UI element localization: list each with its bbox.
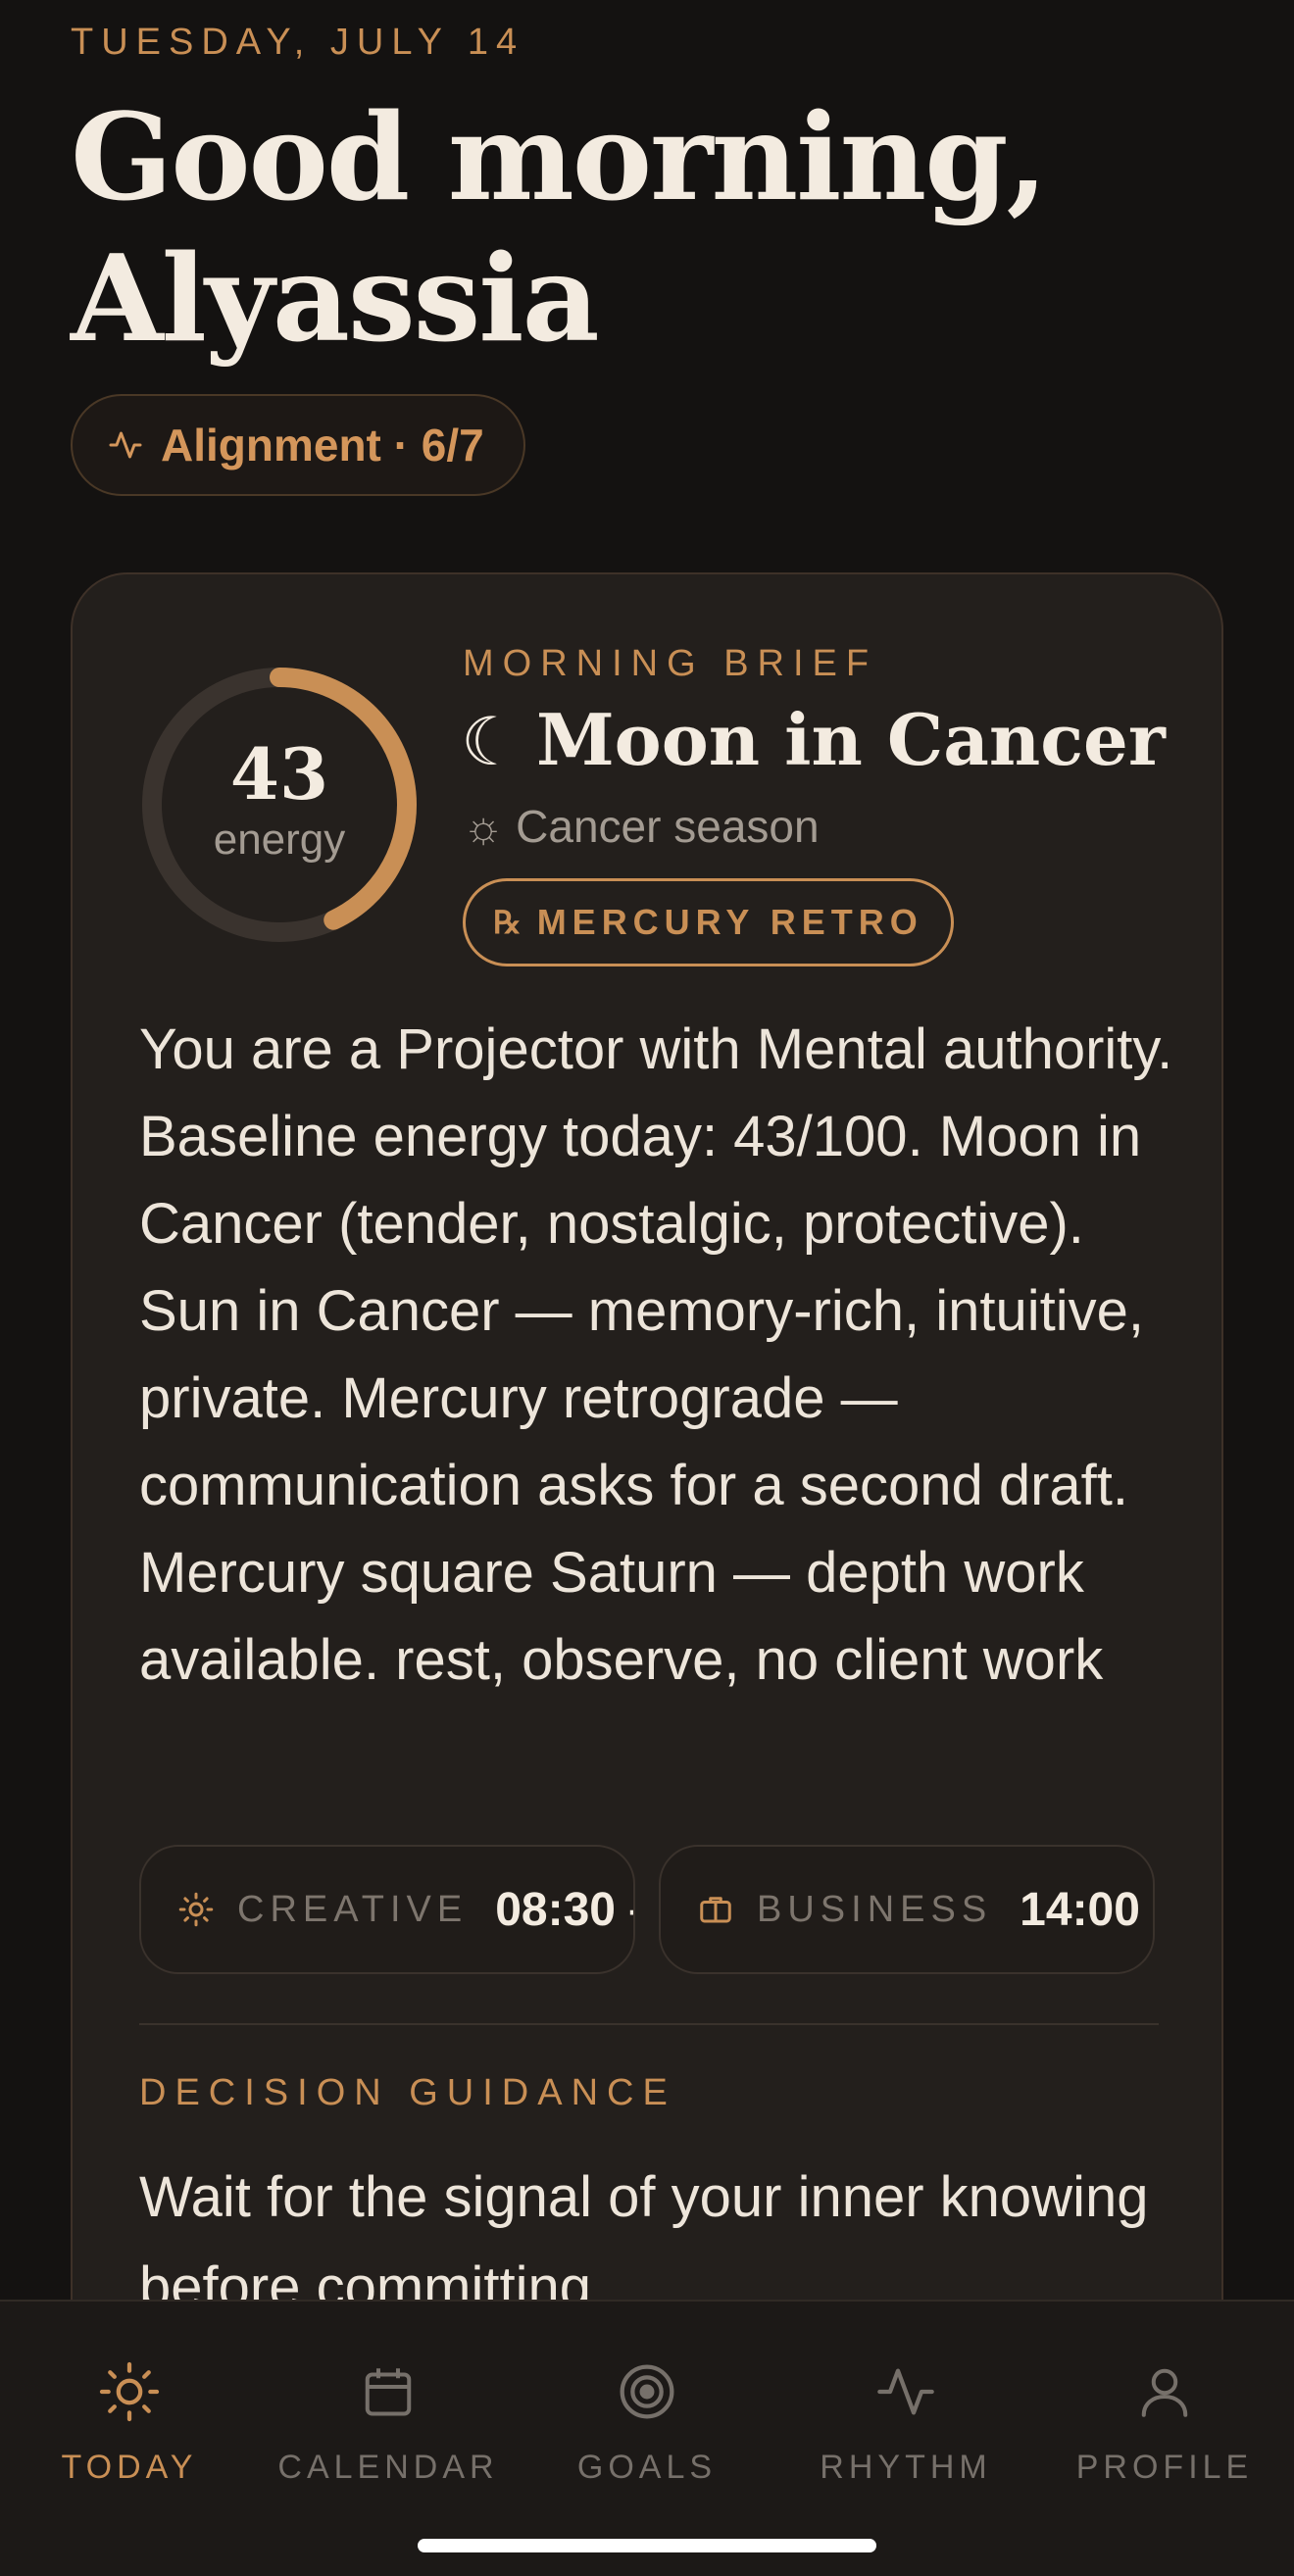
tab-profile[interactable]: PROFILE xyxy=(1035,2302,1294,2537)
pulse-icon xyxy=(874,2356,937,2427)
season-text: Cancer season xyxy=(516,801,820,852)
tab-label: TODAY xyxy=(61,2449,198,2486)
retro-label: MERCURY RETRO xyxy=(536,902,923,942)
date-label: TUESDAY, JULY 14 xyxy=(71,22,525,63)
greeting-title: Good morning, Alyassia xyxy=(71,86,1247,369)
greeting-line-1: Good morning, xyxy=(71,86,1048,227)
target-icon xyxy=(616,2356,678,2427)
greeting-line-2: Alyassia xyxy=(71,227,600,369)
season-line: ☼ Cancer season xyxy=(463,800,820,853)
energy-value: 43 xyxy=(229,732,329,816)
alignment-label: Alignment · 6/7 xyxy=(161,420,484,471)
tab-today[interactable]: TODAY xyxy=(0,2302,259,2537)
decision-guidance-label: DECISION GUIDANCE xyxy=(139,2072,676,2113)
retrograde-icon: ℞ xyxy=(493,904,522,941)
alignment-badge[interactable]: Alignment · 6/7 xyxy=(71,394,525,496)
moon-title: ☾ Moon in Cancer xyxy=(461,698,1166,781)
today-screen: TUESDAY, JULY 14 Good morning, Alyassia … xyxy=(0,0,1294,2576)
calendar-icon xyxy=(359,2356,418,2427)
home-indicator[interactable] xyxy=(418,2539,876,2552)
energy-ring: 43 energy xyxy=(137,663,422,947)
pulse-icon xyxy=(108,427,143,463)
tab-label: PROFILE xyxy=(1075,2449,1254,2486)
morning-brief-label: MORNING BRIEF xyxy=(463,643,878,684)
tab-calendar[interactable]: CALENDAR xyxy=(259,2302,518,2537)
person-icon xyxy=(1135,2356,1194,2427)
mercury-retro-badge[interactable]: ℞ MERCURY RETRO xyxy=(463,878,954,966)
creative-time: 08:30 – 1 xyxy=(495,1883,633,1936)
tab-label: RHYTHM xyxy=(820,2449,992,2486)
moon-icon: ☾ xyxy=(461,704,521,781)
tab-rhythm[interactable]: RHYTHM xyxy=(776,2302,1035,2537)
creative-window-chip[interactable]: CREATIVE 08:30 – 1 xyxy=(139,1845,635,1974)
morning-brief-card: 43 energy MORNING BRIEF ☾ Moon in Cancer… xyxy=(71,572,1223,2435)
sun-icon: ☼ xyxy=(463,801,505,852)
business-label: BUSINESS xyxy=(757,1888,993,1930)
tab-label: GOALS xyxy=(576,2449,718,2486)
brief-body-text: You are a Projector with Mental authorit… xyxy=(139,1017,1173,1692)
sun-icon xyxy=(178,1892,214,1927)
bottom-tab-bar: TODAY CALENDAR GOALS RHYTHM PROFILE xyxy=(0,2300,1294,2576)
business-window-chip[interactable]: BUSINESS 14:00 – 15:00 xyxy=(659,1845,1155,1974)
energy-label: energy xyxy=(213,816,346,864)
creative-label: CREATIVE xyxy=(237,1888,469,1930)
business-chip-clip: BUSINESS 14:00 – 15:00 xyxy=(659,1845,1208,1974)
moon-title-text: Moon in Cancer xyxy=(535,698,1166,781)
tab-label: CALENDAR xyxy=(277,2449,499,2486)
sun-icon xyxy=(98,2356,161,2427)
business-time: 14:00 – 15:00 xyxy=(1020,1883,1153,1936)
briefcase-icon xyxy=(698,1892,733,1927)
tab-goals[interactable]: GOALS xyxy=(518,2302,776,2537)
section-divider xyxy=(139,2023,1159,2025)
